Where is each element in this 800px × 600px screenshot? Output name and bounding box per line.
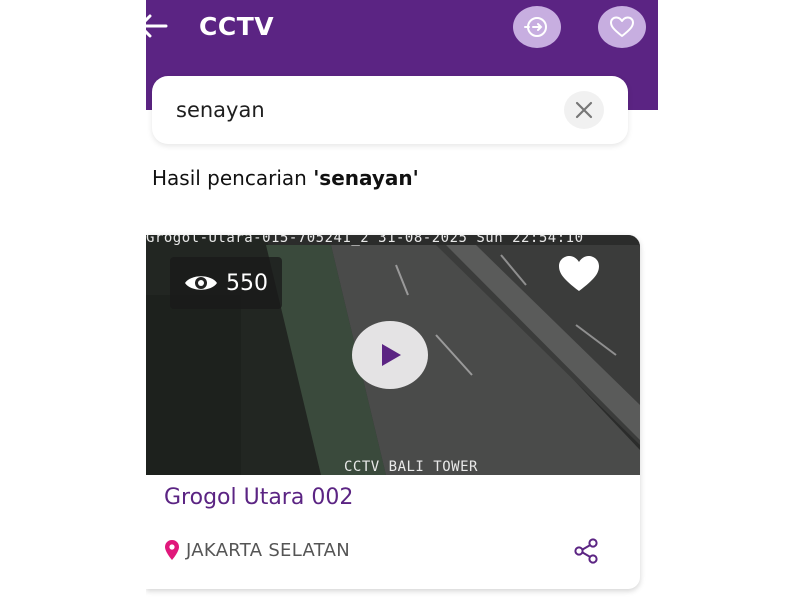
arrow-left-icon[interactable] bbox=[146, 8, 172, 44]
heart-filled-icon bbox=[559, 256, 599, 291]
cctv-card[interactable]: Grogol-Utara-015-705241_2 31-08-2025 Sun… bbox=[146, 235, 640, 589]
search-bar[interactable]: senayan bbox=[152, 76, 628, 144]
view-count-badge: 550 bbox=[170, 257, 282, 309]
favorites-button[interactable] bbox=[598, 6, 646, 48]
location-pin-icon bbox=[165, 540, 179, 560]
camera-osd-bottom: CCTV BALI TOWER bbox=[344, 459, 478, 475]
share-icon bbox=[574, 538, 598, 564]
play-button[interactable] bbox=[352, 321, 428, 389]
camera-name[interactable]: Grogol Utara 002 bbox=[164, 485, 353, 510]
search-result-heading: Hasil pencarian 'senayan' bbox=[152, 166, 419, 190]
switch-view-button[interactable] bbox=[513, 6, 561, 48]
app-screen: CCTV senayan Hasil pencarian 'senayan' G… bbox=[146, 0, 658, 600]
clear-search-button[interactable] bbox=[564, 91, 604, 129]
result-query: 'senayan' bbox=[313, 166, 419, 190]
view-count: 550 bbox=[226, 270, 268, 296]
location-label: JAKARTA SELATAN bbox=[186, 539, 350, 561]
play-icon bbox=[382, 344, 401, 366]
switch-view-icon bbox=[524, 17, 547, 37]
eye-icon bbox=[185, 276, 217, 290]
result-prefix: Hasil pencarian bbox=[152, 166, 314, 190]
camera-osd-top: Grogol-Utara-015-705241_2 31-08-2025 Sun… bbox=[146, 235, 584, 246]
camera-location: JAKARTA SELATAN bbox=[164, 539, 350, 561]
page-title: CCTV bbox=[199, 12, 275, 41]
camera-thumbnail[interactable]: Grogol-Utara-015-705241_2 31-08-2025 Sun… bbox=[146, 235, 640, 475]
close-icon bbox=[575, 101, 593, 119]
heart-outline-icon bbox=[610, 16, 634, 37]
share-button[interactable] bbox=[572, 537, 600, 569]
search-input[interactable]: senayan bbox=[176, 98, 265, 122]
favorite-button[interactable] bbox=[556, 253, 602, 299]
